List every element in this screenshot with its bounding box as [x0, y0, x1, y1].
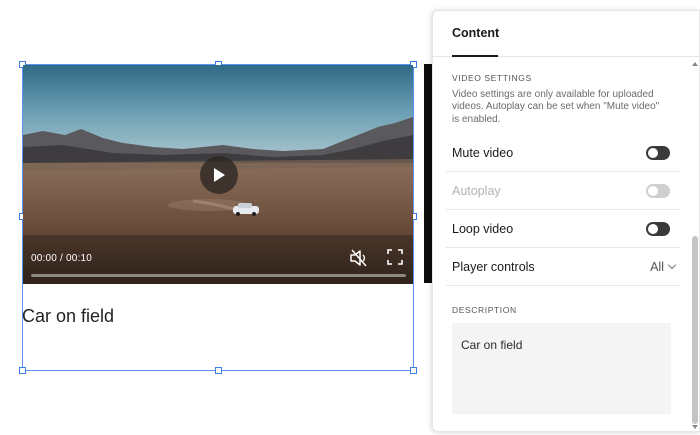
editor-canvas: 00:00 / 00:10 Car on field [0, 0, 432, 435]
chevron-down-icon [667, 260, 677, 270]
loop-video-toggle[interactable] [646, 222, 670, 236]
player-controls-row[interactable]: Player controls All [446, 248, 680, 286]
autoplay-row: Autoplay [446, 172, 680, 210]
video-progress-bar[interactable] [31, 274, 406, 277]
mute-video-label: Mute video [452, 146, 514, 160]
muted-speaker-icon [350, 249, 367, 267]
autoplay-toggle [646, 184, 670, 198]
tab-content[interactable]: Content [452, 26, 499, 40]
adjacent-video-edge [424, 64, 432, 283]
video-caption[interactable]: Car on field [22, 306, 114, 327]
loop-video-label: Loop video [452, 222, 514, 236]
autoplay-label: Autoplay [452, 184, 501, 198]
panel-scroll-area: VIDEO SETTINGS Video settings are only a… [433, 58, 699, 431]
description-heading: DESCRIPTION [452, 305, 517, 315]
resize-handle-bottom[interactable] [215, 367, 222, 374]
panel-header: Content [433, 11, 699, 57]
video-block[interactable]: 00:00 / 00:10 Car on field [19, 61, 417, 374]
mute-video-toggle[interactable] [646, 146, 670, 160]
video-player[interactable]: 00:00 / 00:10 [23, 65, 413, 284]
description-field[interactable]: Car on field [452, 323, 671, 414]
resize-handle-bottom-left[interactable] [19, 367, 26, 374]
video-time: 00:00 / 00:10 [31, 253, 92, 264]
play-icon [214, 168, 225, 182]
video-settings-heading: VIDEO SETTINGS [452, 73, 532, 83]
mute-video-row[interactable]: Mute video [446, 134, 680, 172]
settings-panel: Content VIDEO SETTINGS Video settings ar… [432, 10, 700, 432]
mute-button[interactable] [349, 249, 369, 267]
fullscreen-icon [387, 249, 403, 265]
player-controls-label: Player controls [452, 260, 535, 274]
scroll-down-icon[interactable] [692, 425, 698, 429]
video-settings-help: Video settings are only available for up… [452, 89, 660, 125]
player-controls-value: All [650, 260, 664, 274]
panel-scrollbar[interactable] [691, 58, 699, 431]
tab-active-indicator [452, 55, 498, 57]
scrollbar-thumb[interactable] [692, 236, 698, 424]
resize-handle-bottom-right[interactable] [410, 367, 417, 374]
player-controls-select[interactable]: All [650, 260, 677, 274]
scroll-up-icon[interactable] [692, 62, 698, 66]
loop-video-row[interactable]: Loop video [446, 210, 680, 248]
play-button[interactable] [200, 156, 238, 194]
fullscreen-button[interactable] [387, 249, 403, 265]
